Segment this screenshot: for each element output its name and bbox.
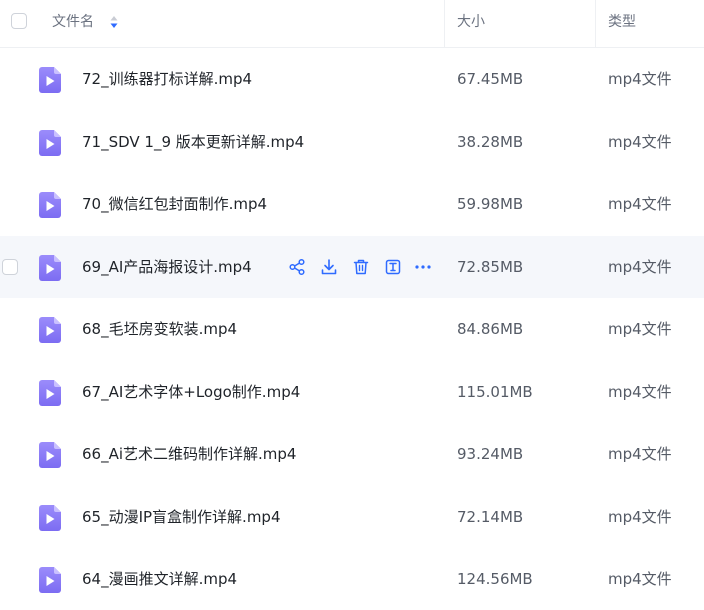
file-row[interactable]: 68_毛坯房变软装.mp4 84.86MB mp4文件 bbox=[0, 298, 704, 360]
video-file-icon bbox=[38, 504, 62, 532]
row-checkbox[interactable] bbox=[2, 258, 18, 275]
file-name[interactable]: 71_SDV 1_9 版本更新详解.mp4 bbox=[82, 133, 304, 151]
file-size: 59.98MB bbox=[457, 195, 524, 213]
column-header-type[interactable]: 类型 bbox=[608, 13, 636, 31]
file-row[interactable]: 72_训练器打标详解.mp4 67.45MB mp4文件 bbox=[0, 48, 704, 110]
video-file-icon bbox=[38, 66, 62, 94]
file-type: mp4文件 bbox=[608, 445, 672, 463]
file-name[interactable]: 64_漫画推文详解.mp4 bbox=[82, 570, 237, 588]
video-file-icon bbox=[38, 129, 62, 157]
file-type: mp4文件 bbox=[608, 320, 672, 338]
file-type: mp4文件 bbox=[608, 257, 672, 276]
file-type: mp4文件 bbox=[608, 507, 672, 526]
file-name[interactable]: 68_毛坯房变软装.mp4 bbox=[82, 320, 237, 338]
file-size: 67.45MB bbox=[457, 70, 524, 88]
file-size: 93.24MB bbox=[457, 445, 524, 463]
video-file-icon bbox=[38, 441, 62, 469]
file-row[interactable]: 65_动漫IP盲盒制作详解.mp4 72.14MB mp4文件 bbox=[0, 486, 704, 548]
file-name[interactable]: 67_AI艺术字体+Logo制作.mp4 bbox=[82, 383, 300, 401]
video-file-icon bbox=[38, 191, 62, 219]
rename-icon[interactable] bbox=[384, 258, 402, 276]
column-divider[interactable] bbox=[595, 0, 596, 47]
delete-icon[interactable] bbox=[352, 258, 370, 276]
video-file-icon bbox=[38, 566, 62, 594]
file-row[interactable]: 67_AI艺术字体+Logo制作.mp4 115.01MB mp4文件 bbox=[0, 361, 704, 423]
video-file-icon bbox=[38, 316, 62, 344]
more-icon[interactable] bbox=[414, 258, 432, 276]
file-name[interactable]: 70_微信红包封面制作.mp4 bbox=[82, 195, 267, 213]
file-type: mp4文件 bbox=[608, 132, 672, 151]
share-icon[interactable] bbox=[288, 258, 306, 276]
file-type: mp4文件 bbox=[608, 570, 672, 588]
file-row[interactable]: 66_Ai艺术二维码制作详解.mp4 93.24MB mp4文件 bbox=[0, 423, 704, 485]
column-divider[interactable] bbox=[444, 0, 445, 47]
sort-icon[interactable] bbox=[109, 13, 119, 31]
video-file-icon bbox=[38, 379, 62, 407]
file-size: 72.85MB bbox=[457, 257, 524, 276]
file-size: 38.28MB bbox=[457, 132, 524, 151]
file-size: 124.56MB bbox=[457, 570, 533, 588]
file-type: mp4文件 bbox=[608, 70, 672, 88]
file-row[interactable]: 69_AI产品海报设计.mp4 72.85MB mp4文件 bbox=[0, 235, 704, 298]
file-row[interactable]: 71_SDV 1_9 版本更新详解.mp4 38.28MB mp4文件 bbox=[0, 111, 704, 173]
file-size: 72.14MB bbox=[457, 507, 524, 526]
file-name[interactable]: 69_AI产品海报设计.mp4 bbox=[82, 258, 252, 276]
column-header-size[interactable]: 大小 bbox=[457, 13, 485, 31]
column-header-name[interactable]: 文件名 bbox=[52, 13, 94, 31]
download-icon[interactable] bbox=[320, 258, 338, 276]
file-name[interactable]: 72_训练器打标详解.mp4 bbox=[82, 70, 252, 88]
file-row[interactable]: 70_微信红包封面制作.mp4 59.98MB mp4文件 bbox=[0, 173, 704, 235]
file-size: 115.01MB bbox=[457, 382, 533, 401]
file-name[interactable]: 66_Ai艺术二维码制作详解.mp4 bbox=[82, 445, 296, 463]
file-size: 84.86MB bbox=[457, 320, 524, 338]
file-name[interactable]: 65_动漫IP盲盒制作详解.mp4 bbox=[82, 508, 281, 526]
file-type: mp4文件 bbox=[608, 195, 672, 213]
file-type: mp4文件 bbox=[608, 382, 672, 401]
video-file-icon bbox=[38, 254, 62, 282]
select-all-checkbox[interactable] bbox=[11, 13, 27, 29]
file-list-header: 文件名 大小 类型 bbox=[0, 0, 704, 48]
